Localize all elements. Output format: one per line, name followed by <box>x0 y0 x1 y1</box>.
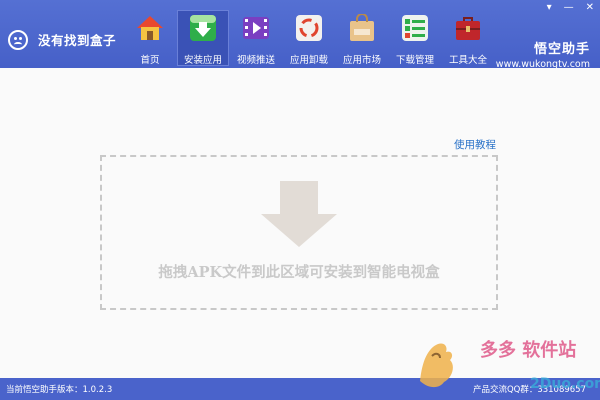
window-controls: ▾ — ✕ <box>547 3 594 13</box>
nav-label: 首页 <box>140 55 160 66</box>
nav-label: 下载管理 <box>395 55 434 66</box>
nav-item-download-manager[interactable]: 下载管理 <box>389 10 441 66</box>
nav-label: 应用市场 <box>342 55 381 66</box>
connection-status: 没有找到盒子 <box>38 33 117 48</box>
nav-item-app-market[interactable]: 应用市场 <box>336 10 388 66</box>
brand-name: 悟空助手 <box>533 42 590 57</box>
download-manager-icon <box>401 14 429 42</box>
nav-label: 应用卸载 <box>289 55 328 66</box>
minimize-icon[interactable]: — <box>564 3 574 13</box>
top-bar: ▾ — ✕ 没有找到盒子 首页 安装应用 视频推送 应用卸载 应用市场 下载管理… <box>0 0 600 70</box>
download-install-icon <box>189 14 217 42</box>
menu-dropdown-icon[interactable]: ▾ <box>547 3 552 13</box>
video-push-icon <box>242 14 270 42</box>
main-nav: 首页 安装应用 视频推送 应用卸载 应用市场 下载管理 工具大全 <box>124 10 495 68</box>
nav-item-video-push[interactable]: 视频推送 <box>230 10 282 66</box>
tutorial-link[interactable]: 使用教程 <box>454 137 496 152</box>
uninstall-icon <box>295 14 323 42</box>
down-arrow-icon <box>261 181 337 247</box>
version-text: 当前悟空助手版本：1.0.2.3 <box>6 385 113 395</box>
sad-face-icon <box>8 30 28 50</box>
nav-item-uninstall[interactable]: 应用卸载 <box>283 10 335 66</box>
watermark-url: 2Duo.com <box>530 376 600 392</box>
nav-label: 工具大全 <box>448 55 487 66</box>
brand: 悟空助手 www.wukongtv.com <box>496 38 590 70</box>
nav-label: 视频推送 <box>236 55 275 66</box>
toolbox-icon <box>454 14 482 42</box>
apk-drop-zone[interactable]: 拖拽APK文件到此区域可安装到智能电视盒 <box>100 155 498 310</box>
nav-item-home[interactable]: 首页 <box>124 10 176 66</box>
nav-item-toolbox[interactable]: 工具大全 <box>442 10 494 66</box>
nav-label: 安装应用 <box>183 55 222 66</box>
home-icon <box>136 14 164 42</box>
watermark-logo: 多多 软件站 2Duo.com <box>410 326 600 396</box>
drop-instruction: 拖拽APK文件到此区域可安装到智能电视盒 <box>158 264 440 281</box>
nav-item-install-app[interactable]: 安装应用 <box>177 10 229 66</box>
apk-market-bag-icon <box>348 13 376 42</box>
watermark-text: 多多 软件站 <box>480 339 576 361</box>
close-icon[interactable]: ✕ <box>586 3 594 13</box>
